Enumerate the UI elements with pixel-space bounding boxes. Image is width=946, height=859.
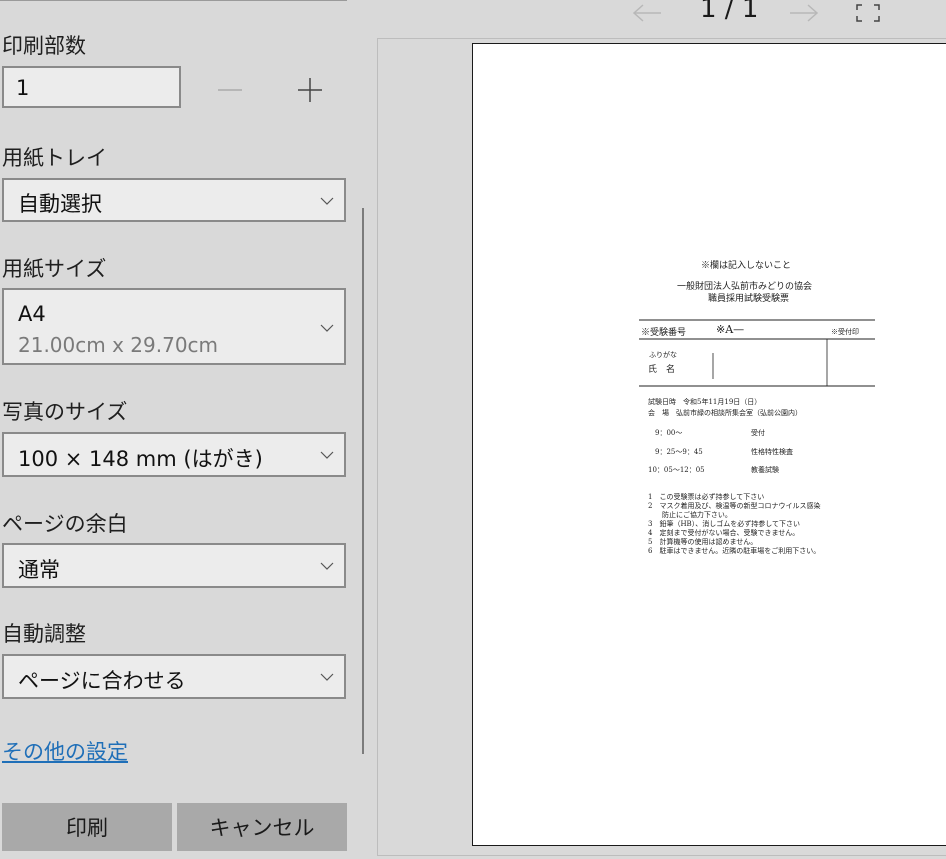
- paper-size-detail: 21.00cm x 29.70cm: [18, 333, 219, 357]
- page-preview: ※欄は記入しないこと 一般財団法人弘前市みどりの協会 職員採用試験受験票 ※受験…: [472, 43, 946, 846]
- doc-date-line: 試験日時 令和5年11月19日（日）: [648, 398, 762, 406]
- more-settings-link[interactable]: その他の設定: [2, 736, 128, 766]
- next-page-button[interactable]: [789, 0, 819, 26]
- doc-exam-no-label: ※受験番号: [641, 328, 687, 338]
- cancel-button[interactable]: キャンセル: [177, 803, 347, 851]
- chevron-down-icon: [320, 197, 334, 205]
- print-button[interactable]: 印刷: [2, 803, 172, 851]
- doc-name-label: 氏 名: [648, 365, 676, 375]
- scrollbar[interactable]: [362, 208, 364, 754]
- fit-value: ページに合わせる: [18, 669, 186, 693]
- print-settings-panel: 印刷部数 1 用紙トレイ 自動選択 用紙サイズ A4 21.00cm x 29.…: [0, 0, 365, 859]
- fullscreen-icon: [856, 4, 880, 22]
- paper-size-label: 用紙サイズ: [2, 257, 107, 281]
- chevron-down-icon: [320, 673, 334, 681]
- tray-select[interactable]: 自動選択: [2, 178, 346, 222]
- margin-select[interactable]: 通常: [2, 543, 346, 588]
- paper-size-value: A4: [18, 302, 46, 326]
- photo-size-value: 100 × 148 mm (はがき): [18, 447, 263, 471]
- doc-schedule-time: 9：25～9：45: [655, 448, 703, 456]
- decrement-button[interactable]: [210, 70, 250, 110]
- increment-button[interactable]: [290, 70, 330, 110]
- previous-page-button[interactable]: [632, 0, 662, 26]
- margin-label: ページの余白: [2, 512, 128, 536]
- margin-value: 通常: [18, 558, 60, 582]
- doc-note: ※欄は記入しないこと: [701, 261, 792, 271]
- doc-schedule-event: 教養試験: [751, 466, 779, 474]
- doc-schedule-event: 受付: [751, 429, 765, 437]
- chevron-down-icon: [320, 451, 334, 459]
- arrow-left-icon: [632, 4, 661, 22]
- doc-schedule-event: 性格特性検査: [751, 448, 793, 456]
- chevron-down-icon: [320, 562, 334, 570]
- doc-venue-line: 会 場 弘前市緑の相談所集会室（弘前公園内）: [648, 409, 802, 417]
- doc-stamp-label: ※受付印: [831, 328, 859, 336]
- photo-size-select[interactable]: 100 × 148 mm (はがき): [2, 432, 346, 477]
- fullscreen-button[interactable]: [855, 0, 881, 26]
- paper-size-select[interactable]: A4 21.00cm x 29.70cm: [2, 288, 346, 365]
- photo-size-label: 写真のサイズ: [2, 400, 128, 424]
- tray-label: 用紙トレイ: [2, 146, 107, 170]
- doc-exam-no-value: ※A—: [716, 323, 745, 336]
- doc-note-line: 6 駐車はできません。近隣の駐車場をご利用下さい。: [648, 547, 821, 555]
- copies-input[interactable]: 1: [2, 66, 181, 108]
- copies-label: 印刷部数: [2, 34, 86, 58]
- minus-icon: [218, 89, 242, 91]
- doc-schedule-time: 9：00～: [655, 429, 683, 437]
- chevron-down-icon: [320, 324, 334, 332]
- fit-label: 自動調整: [2, 622, 86, 646]
- doc-schedule-time: 10：05～12：05: [648, 466, 705, 474]
- tray-value: 自動選択: [18, 192, 102, 216]
- doc-furigana-label: ふりがな: [649, 351, 677, 359]
- arrow-right-icon: [790, 4, 819, 22]
- page-indicator: 1 / 1: [700, 0, 759, 24]
- top-divider: [0, 0, 347, 1]
- plus-icon: [298, 78, 322, 102]
- fit-select[interactable]: ページに合わせる: [2, 654, 346, 699]
- doc-title: 職員採用試験受験票: [708, 294, 790, 304]
